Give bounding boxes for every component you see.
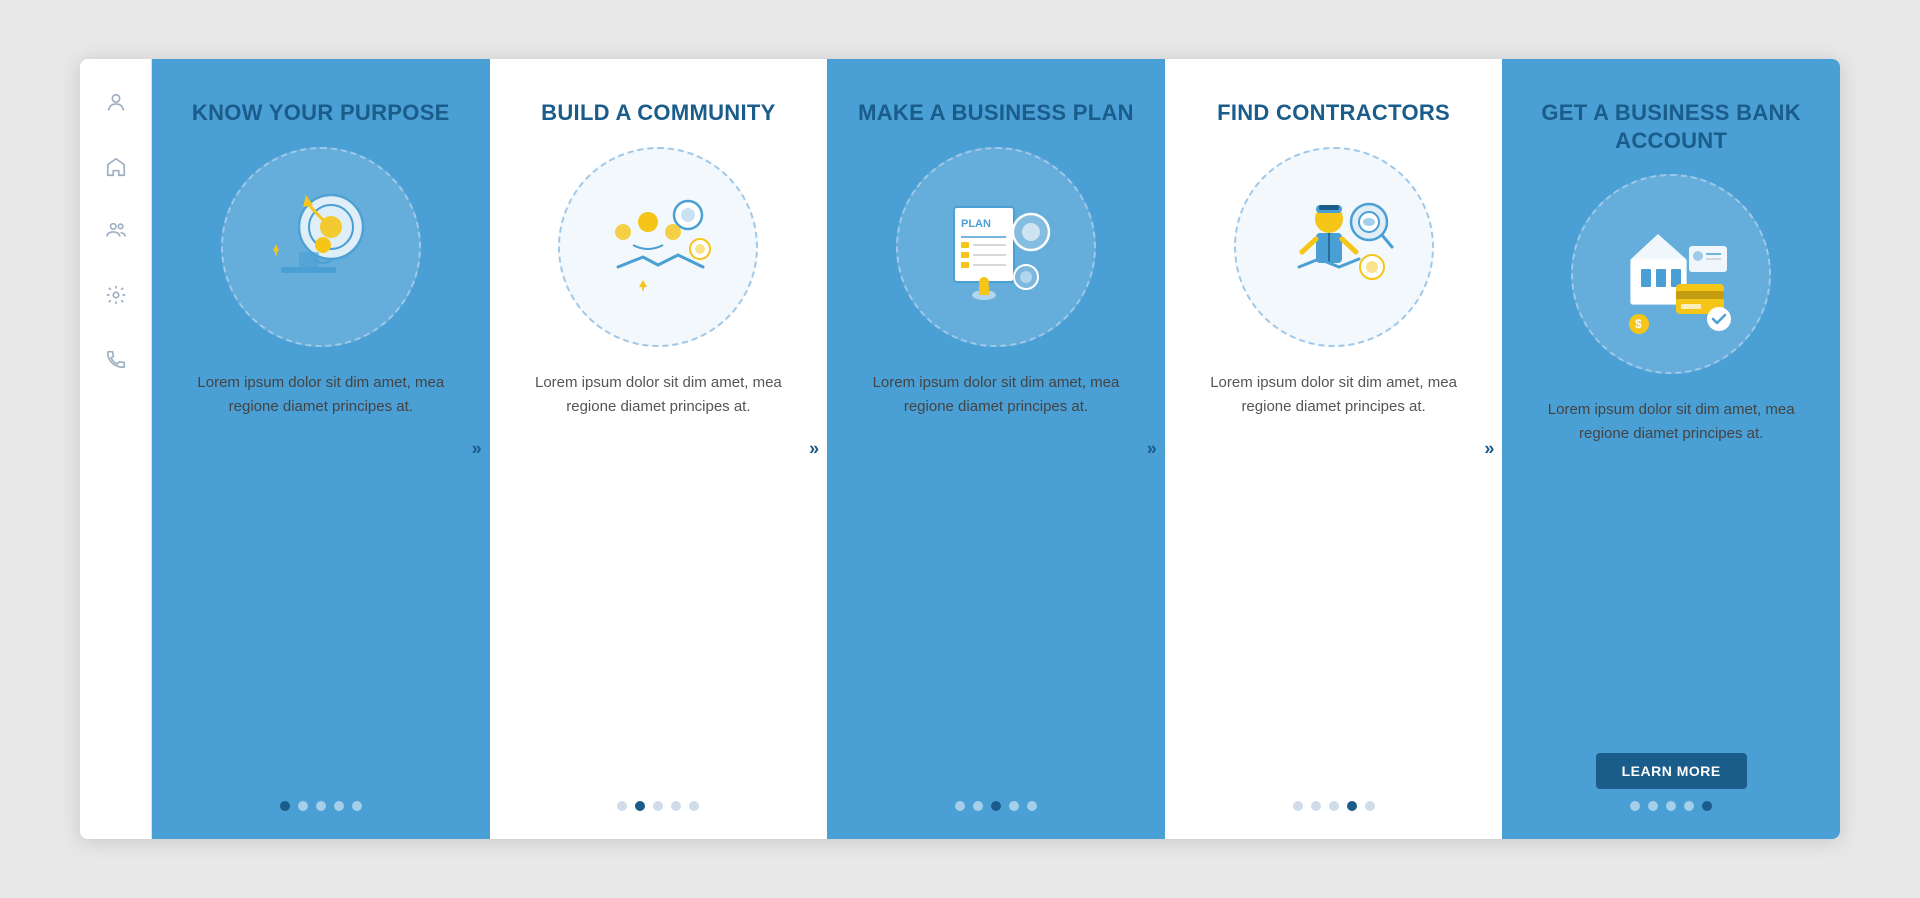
gear-icon[interactable] xyxy=(100,279,132,311)
dot-1-3[interactable] xyxy=(316,801,326,811)
card-3-illustration: PLAN xyxy=(896,147,1096,347)
card-4-text: Lorem ipsum dolor sit dim amet, mea regi… xyxy=(1193,371,1475,784)
card-3-text: Lorem ipsum dolor sit dim amet, mea regi… xyxy=(855,371,1137,784)
phone-icon[interactable] xyxy=(100,343,132,375)
sidebar xyxy=(80,59,152,839)
dot-4-3[interactable] xyxy=(1329,801,1339,811)
card-find-contractors: FIND CONTRACTORS xyxy=(1165,59,1503,839)
card-5-dots xyxy=(1630,801,1712,811)
plan-illustration-svg: PLAN xyxy=(926,177,1066,317)
community-illustration-svg xyxy=(588,177,728,317)
dot-1-5[interactable] xyxy=(352,801,362,811)
dot-5-4[interactable] xyxy=(1684,801,1694,811)
card-5-title: GET A BUSINESS BANK ACCOUNT xyxy=(1530,99,1812,154)
card-2-title: BUILD A COMMUNITY xyxy=(541,99,775,127)
card-1-chevron: » xyxy=(472,439,482,460)
dot-1-1[interactable] xyxy=(280,801,290,811)
card-5-text: Lorem ipsum dolor sit dim amet, mea regi… xyxy=(1530,398,1812,743)
bank-illustration-svg: $ xyxy=(1601,204,1741,344)
dot-5-5[interactable] xyxy=(1702,801,1712,811)
dot-3-5[interactable] xyxy=(1027,801,1037,811)
dot-1-4[interactable] xyxy=(334,801,344,811)
dot-2-2[interactable] xyxy=(635,801,645,811)
dot-5-2[interactable] xyxy=(1648,801,1658,811)
dot-5-1[interactable] xyxy=(1630,801,1640,811)
card-4-illustration xyxy=(1234,147,1434,347)
dot-5-3[interactable] xyxy=(1666,801,1676,811)
user-icon[interactable] xyxy=(100,87,132,119)
card-1-dots xyxy=(280,801,362,811)
app-container: KNOW YOUR PURPOSE xyxy=(80,59,1840,839)
dot-3-4[interactable] xyxy=(1009,801,1019,811)
card-2-chevron: » xyxy=(809,439,819,460)
card-2-dots xyxy=(617,801,699,811)
svg-text:PLAN: PLAN xyxy=(961,218,991,230)
card-build-community: BUILD A COMMUNITY xyxy=(490,59,828,839)
card-3-dots xyxy=(955,801,1037,811)
dot-3-1[interactable] xyxy=(955,801,965,811)
dot-4-1[interactable] xyxy=(1293,801,1303,811)
card-3-chevron: » xyxy=(1147,439,1157,460)
card-1-illustration xyxy=(221,147,421,347)
card-1-title: KNOW YOUR PURPOSE xyxy=(192,99,450,127)
card-1-text: Lorem ipsum dolor sit dim amet, mea regi… xyxy=(180,371,462,784)
card-5-illustration: $ xyxy=(1571,174,1771,374)
dot-4-4[interactable] xyxy=(1347,801,1357,811)
learn-more-button[interactable]: LEARN MORE xyxy=(1596,753,1747,789)
purpose-illustration-svg xyxy=(251,177,391,317)
dot-2-3[interactable] xyxy=(653,801,663,811)
card-4-chevron: » xyxy=(1484,439,1494,460)
dot-2-4[interactable] xyxy=(671,801,681,811)
card-2-text: Lorem ipsum dolor sit dim amet, mea regi… xyxy=(518,371,800,784)
dot-4-2[interactable] xyxy=(1311,801,1321,811)
dot-3-3[interactable] xyxy=(991,801,1001,811)
card-2-illustration xyxy=(558,147,758,347)
dot-2-5[interactable] xyxy=(689,801,699,811)
svg-text:$: $ xyxy=(1635,317,1642,331)
home-icon[interactable] xyxy=(100,151,132,183)
card-bank-account: GET A BUSINESS BANK ACCOUNT xyxy=(1502,59,1840,839)
dot-2-1[interactable] xyxy=(617,801,627,811)
dot-3-2[interactable] xyxy=(973,801,983,811)
people-icon[interactable] xyxy=(100,215,132,247)
card-4-dots xyxy=(1293,801,1375,811)
cards-container: KNOW YOUR PURPOSE xyxy=(152,59,1840,839)
dot-1-2[interactable] xyxy=(298,801,308,811)
dot-4-5[interactable] xyxy=(1365,801,1375,811)
card-3-title: MAKE A BUSINESS PLAN xyxy=(858,99,1134,127)
contractor-illustration-svg xyxy=(1264,177,1404,317)
card-4-title: FIND CONTRACTORS xyxy=(1217,99,1450,127)
card-know-purpose: KNOW YOUR PURPOSE xyxy=(152,59,490,839)
card-business-plan: MAKE A BUSINESS PLAN PLAN xyxy=(827,59,1165,839)
